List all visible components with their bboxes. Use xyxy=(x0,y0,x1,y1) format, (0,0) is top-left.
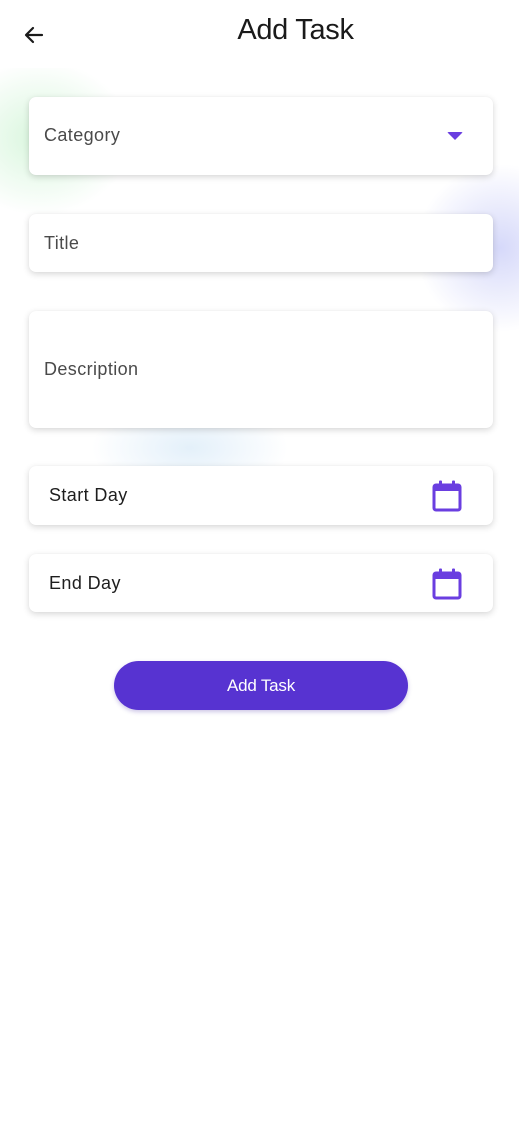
app-bar: Add Task xyxy=(0,0,519,68)
category-dropdown[interactable]: Category xyxy=(29,97,493,175)
title-input[interactable]: Title xyxy=(29,214,493,272)
arrow-left-icon xyxy=(24,26,44,44)
description-placeholder: Description xyxy=(44,359,139,379)
add-task-button[interactable]: Add Task xyxy=(114,661,408,710)
calendar-icon[interactable] xyxy=(431,567,463,601)
calendar-icon[interactable] xyxy=(431,479,463,513)
add-task-screen: Add Task Category Title Description Star… xyxy=(0,0,519,1131)
dropdown-arrow-icon xyxy=(447,132,463,140)
start-day-label: Start Day xyxy=(49,485,128,505)
category-label: Category xyxy=(44,125,121,145)
end-day-label: End Day xyxy=(49,573,121,593)
back-button[interactable] xyxy=(18,19,50,51)
description-input[interactable]: Description xyxy=(29,311,493,428)
page-title: Add Task xyxy=(237,14,354,46)
end-day-field[interactable]: End Day xyxy=(29,554,493,612)
start-day-field[interactable]: Start Day xyxy=(29,466,493,525)
title-placeholder: Title xyxy=(44,233,80,253)
